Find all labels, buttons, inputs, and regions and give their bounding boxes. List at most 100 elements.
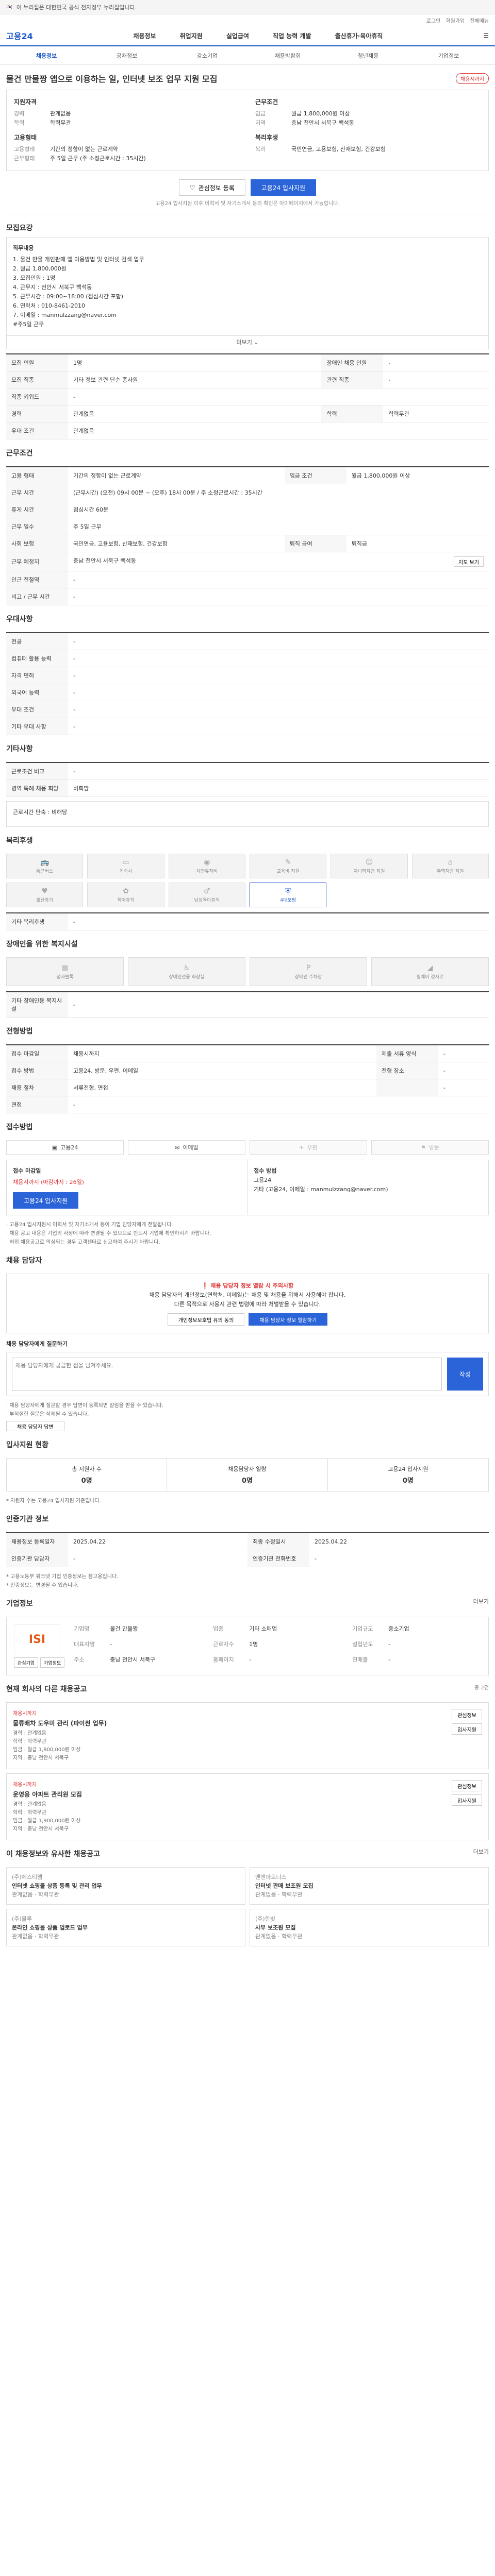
disabled-ramp: ◢ 휠체어 경사로: [371, 957, 489, 986]
method-line: 기타 (고용24, 이메일 : manmulzzang@naver.com): [254, 1186, 388, 1193]
company-title: 기업정보: [6, 1600, 33, 1608]
description-line: 7. 이메일 : manmulzzang@naver.com: [13, 312, 117, 318]
gnb-item-leave[interactable]: 출산휴가·육아휴직: [335, 31, 383, 40]
similar-item[interactable]: (주)블루 온라인 쇼핑몰 상품 업로드 업무 관계없음 · 학력무관: [6, 1909, 245, 1946]
summary-right-heading2: 복리후생: [255, 134, 278, 141]
notice-line: · 부적절한 질문은 삭제될 수 있습니다.: [6, 1412, 89, 1417]
other-job-item[interactable]: 채용시까지 운영용 아파트 관리원 모집 경력 : 관계없음 학력 : 학력무관…: [6, 1773, 489, 1840]
gnb-item-jobs[interactable]: 채용정보: [133, 31, 156, 40]
company-more-link[interactable]: 더보기: [473, 1597, 489, 1605]
notice-line: * 고용노동부 워크넷 기업 인증정보는 참고용입니다.: [6, 1574, 119, 1580]
bed-icon: ▭: [122, 858, 129, 867]
qa-notes: · 채용 담당자에게 질문할 경우 답변이 등록되면 알림을 받을 수 있습니다…: [6, 1401, 489, 1431]
similar-item[interactable]: (주)한빛 사무 보조원 모집 관계없음 · 학력무관: [250, 1909, 489, 1946]
similar-job-title[interactable]: 인터넷 판매 보조원 모집: [255, 1882, 483, 1890]
apply-detail: 접수 마감일 채용시까지 (마감까지 : 26일) 고용24 입사지원 접수 방…: [6, 1160, 489, 1215]
info-key: 설립년도: [352, 1641, 373, 1648]
company-info-button[interactable]: 기업정보: [40, 1657, 65, 1668]
method-work24: ▣ 고용24: [6, 1140, 124, 1155]
tab-public[interactable]: 공채정보: [87, 52, 167, 60]
other-job-scrap-button[interactable]: 관심정보: [452, 1780, 482, 1791]
tab-youth[interactable]: 청년채용: [328, 52, 408, 60]
description-more-button[interactable]: 더보기 ⌄: [6, 336, 489, 349]
similar-item[interactable]: 엔엔파트너스 인터넷 판매 보조원 모집 관계없음 · 학력무관: [250, 1867, 489, 1905]
table-key: 전형 장소: [376, 1062, 438, 1079]
notice-line: · 허위 채용공고로 의심되는 경우 고객센터로 신고하여 주시기 바랍니다.: [6, 1240, 160, 1245]
table-key: [376, 1079, 438, 1096]
disabled-etc-table: 기타 장애인용 복지시설 -: [6, 991, 489, 1018]
table-key: 경력: [6, 405, 68, 422]
qa-input[interactable]: [12, 1358, 442, 1391]
table-key: 모집 인원: [6, 354, 68, 371]
welfare-insurance: ⛨ 4대보험: [249, 883, 327, 907]
table-value: -: [438, 1045, 489, 1062]
info-value: 물건 만물짱: [110, 1625, 138, 1632]
gnb-item-training[interactable]: 직업 능력 개발: [273, 31, 311, 40]
other-job-item[interactable]: 채용시까지 물류배차 도우미 관리 (파이썬 업무) 경력 : 관계없음 학력 …: [6, 1702, 489, 1769]
description-line: 6. 연락처 : 010-8461-2010: [13, 302, 85, 309]
welfare-label: 4대보험: [280, 897, 296, 903]
map-button[interactable]: 지도 보기: [454, 556, 484, 567]
qa-form: 작성: [6, 1352, 489, 1396]
edu-icon: ✎: [285, 858, 291, 867]
similar-job-title[interactable]: 온라인 쇼핑몰 상품 업로드 업무: [12, 1923, 240, 1932]
summary-key: 지역: [255, 120, 266, 126]
gnb-item-benefit[interactable]: 실업급여: [226, 31, 249, 40]
table-key: 인증기관 담당자: [6, 1550, 68, 1567]
tab-jobs[interactable]: 채용정보: [6, 52, 87, 60]
show-contact-button[interactable]: 채용 담당자 정보 열람하기: [249, 1313, 328, 1326]
method-heading: 접수 방법: [254, 1167, 277, 1174]
table-key: 기타 장애인용 복지시설: [6, 992, 68, 1018]
other-job-apply-button[interactable]: 입사지원: [452, 1794, 482, 1806]
other-job-title[interactable]: 운영용 아파트 관리원 모집: [13, 1790, 82, 1799]
other-job-title[interactable]: 물류배차 도우미 관리 (파이썬 업무): [13, 1719, 107, 1727]
other-job-scrap-button[interactable]: 관심정보: [452, 1709, 482, 1720]
qa-answer-button[interactable]: 채용 담당자 답변: [6, 1421, 64, 1431]
info-value: -: [388, 1656, 391, 1663]
table-value: -: [68, 571, 489, 588]
apply-button[interactable]: 고용24 입사지원: [250, 179, 317, 196]
welfare-label: 기숙사: [119, 869, 133, 874]
disabled-label: 장애인전용 화장실: [169, 974, 205, 980]
privacy-agree-button[interactable]: 개인정보보호법 유의 동의: [167, 1313, 245, 1326]
qa-submit-button[interactable]: 작성: [447, 1358, 483, 1391]
summary-right-heading: 근무조건: [255, 98, 278, 106]
method-label: 이메일: [183, 1144, 199, 1151]
table-value: -: [68, 992, 489, 1018]
all-menu-link[interactable]: 전체메뉴: [470, 16, 489, 24]
other-job-apply-button[interactable]: 입사지원: [452, 1723, 482, 1735]
apply-notices: · 고용24 입사지원시 이력서 및 자기소개서 등이 기업 담당자에게 전달됩…: [6, 1221, 489, 1247]
disabled-parking: P 장애인 주차장: [250, 957, 367, 986]
similar-more-link[interactable]: 더보기: [473, 1848, 489, 1856]
gnb-item-support[interactable]: 취업지원: [180, 31, 203, 40]
others-title: 현재 회사의 다른 채용공고: [6, 1685, 87, 1693]
scrap-button[interactable]: ♡ 관심정보 등록: [178, 179, 245, 196]
company-box: ISI 관심기업 기업정보 기업명 물건 만물짱 업종 기타 소매업 기업규모 중소기…: [6, 1617, 489, 1675]
table-value: -: [68, 588, 489, 605]
summary-value: 국민연금, 고용보험, 산재보험, 건강보험: [291, 146, 386, 152]
summary-value: 기간의 정함이 없는 근로계약: [50, 146, 118, 152]
table-value: 기간의 정함이 없는 근로계약: [68, 467, 285, 484]
other-job-meta: 임금 : 월급 1,900,000원 이상: [13, 1818, 81, 1824]
login-link[interactable]: 로그인: [426, 16, 441, 24]
other-job-tag: 채용시까지: [13, 1782, 37, 1788]
similar-job-title[interactable]: 사무 보조원 모집: [255, 1923, 483, 1932]
similar-job-title[interactable]: 인터넷 쇼핑몰 상품 등록 및 관리 업무: [12, 1882, 240, 1890]
company-fav-button[interactable]: 관심기업: [14, 1657, 39, 1668]
tab-fair[interactable]: 채용박람회: [248, 52, 328, 60]
info-key: 기업규모: [352, 1625, 373, 1632]
site-logo[interactable]: 고용24: [6, 29, 33, 42]
similar-item[interactable]: (주)에스티엠 인터넷 쇼핑몰 상품 등록 및 관리 업무 관계없음 · 학력무관: [6, 1867, 245, 1905]
table-value: 1명: [68, 354, 322, 371]
mail-icon: ✉: [175, 1144, 180, 1151]
info-key: 홈페이지: [213, 1656, 234, 1663]
signup-link[interactable]: 회원가입: [446, 16, 465, 24]
apply-button-2[interactable]: 고용24 입사지원: [13, 1192, 79, 1209]
tab-company[interactable]: 기업정보: [408, 52, 489, 60]
table-value: 충남 천안시 서북구 백석동: [73, 557, 136, 564]
hamburger-icon[interactable]: ☰: [483, 32, 489, 39]
table-key: 제출 서류 양식: [376, 1045, 438, 1062]
alert-title: 채용 담당자 정보 열람 시 주의사항: [210, 1282, 294, 1289]
method-visit: ⚑ 방문: [371, 1140, 489, 1155]
tab-small[interactable]: 강소기업: [167, 52, 248, 60]
